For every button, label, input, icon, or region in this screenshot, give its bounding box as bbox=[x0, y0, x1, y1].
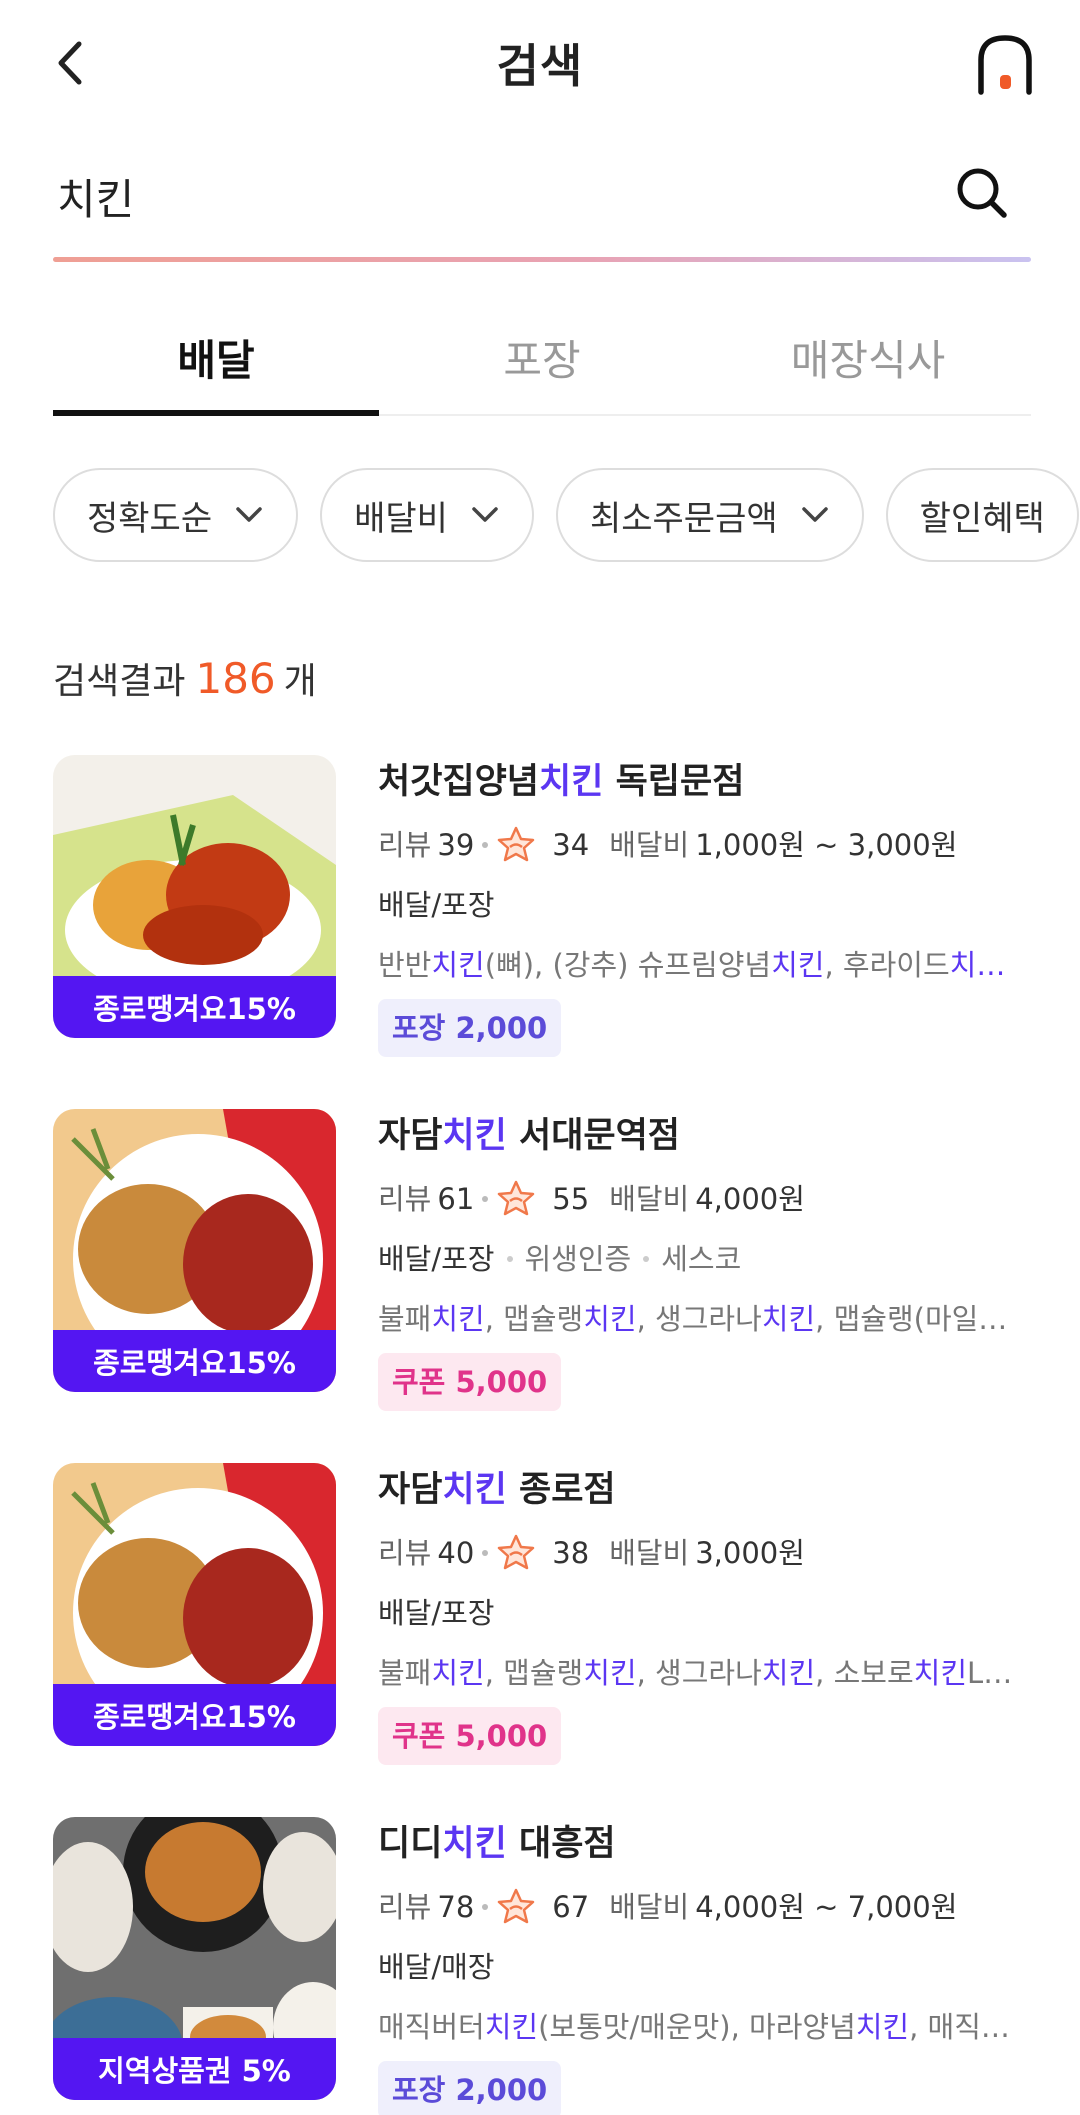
discount-badge: 포장 2,000 bbox=[378, 2061, 562, 2115]
store-thumbnail: 종로땡겨요15% bbox=[53, 1463, 336, 1746]
store-thumbnail: 지역상품권 5% bbox=[53, 1817, 336, 2100]
store-item[interactable]: 종로땡겨요15% 자담치킨 서대문역점 리뷰 61 55 배달비 4,000원 배달… bbox=[53, 1109, 1031, 1463]
filter-discount[interactable]: 할인혜택 bbox=[885, 468, 1079, 562]
store-menu: 매직버터치킨(보통맛/매운맛), 마라양념치킨, 매직… bbox=[378, 2010, 1010, 2044]
store-menu: 반반치킨(뼈), (강추) 슈프림양념치킨, 후라이드치… bbox=[378, 948, 1006, 982]
result-prefix: 검색결과 bbox=[53, 661, 186, 702]
filter-delivery-fee[interactable]: 배달비 bbox=[320, 468, 534, 562]
review-count: 78 bbox=[437, 1890, 475, 1924]
store-meta: 리뷰 78 67 배달비 4,000원 ~ 7,000원 bbox=[378, 1887, 1031, 1927]
delivery-fee: 3,000원 bbox=[695, 1536, 805, 1570]
home-button[interactable] bbox=[975, 30, 1035, 100]
store-meta: 리뷰 40 38 배달비 3,000원 bbox=[378, 1533, 1031, 1573]
delivery-fee: 4,000원 ~ 7,000원 bbox=[695, 1890, 958, 1924]
store-service-type: 배달/포장 위생인증 세스코 bbox=[378, 1239, 1031, 1279]
store-name: 디디치킨 대흥점 bbox=[378, 1824, 616, 1864]
rating-star-icon bbox=[498, 1180, 535, 1216]
promo-banner: 종로땡겨요15% bbox=[53, 1330, 336, 1392]
filter-label: 배달비 bbox=[354, 498, 448, 539]
chevron-down-icon bbox=[236, 507, 262, 522]
tab-dine-in[interactable]: 매장식사 bbox=[705, 300, 1031, 414]
delivery-fee: 4,000원 bbox=[695, 1182, 805, 1216]
search-underline bbox=[53, 257, 1031, 262]
store-info: 자담치킨 서대문역점 리뷰 61 55 배달비 4,000원 배달/포장 위생인증 … bbox=[378, 1109, 1031, 1411]
store-meta: 리뷰 61 55 배달비 4,000원 bbox=[378, 1179, 1031, 1219]
search-input[interactable]: 치킨 bbox=[57, 166, 134, 227]
filter-min-order[interactable]: 최소주문금액 bbox=[555, 468, 864, 562]
store-name: 자담치킨 종로점 bbox=[378, 1470, 616, 1510]
filter-bar: 정확도순 배달비 최소주문금액 할인혜택 bbox=[53, 468, 1080, 564]
store-thumbnail: 종로땡겨요15% bbox=[53, 1109, 336, 1392]
result-count: 검색결과 186 개 bbox=[53, 652, 317, 704]
chevron-down-icon bbox=[472, 507, 498, 522]
store-list: 종로땡겨요15% 처갓집양념치킨 독립문점 리뷰 39 34 배달비 1,000원 … bbox=[53, 755, 1031, 2115]
store-item[interactable]: 종로땡겨요15% 자담치킨 종로점 리뷰 40 38 배달비 3,000원 배달/포… bbox=[53, 1463, 1031, 1817]
store-name: 자담치킨 서대문역점 bbox=[378, 1116, 680, 1156]
review-count: 39 bbox=[437, 828, 475, 862]
store-service-type: 배달/매장 bbox=[378, 1950, 495, 1984]
home-icon bbox=[978, 35, 1032, 95]
page-title: 검색 bbox=[496, 39, 584, 93]
store-menu: 불패치킨, 맵슐랭치킨, 생그라나치킨, 맵슐랭(마일… bbox=[378, 1302, 1008, 1336]
tab-delivery[interactable]: 배달 bbox=[53, 300, 379, 416]
rating-star-icon bbox=[498, 826, 535, 862]
coupon-badge: 쿠폰 5,000 bbox=[378, 1353, 562, 1411]
store-info: 자담치킨 종로점 리뷰 40 38 배달비 3,000원 배달/포장 불패치킨, 맵… bbox=[378, 1463, 1031, 1765]
store-service-type: 배달/포장 bbox=[378, 888, 495, 922]
store-info: 디디치킨 대흥점 리뷰 78 67 배달비 4,000원 ~ 7,000원 배달/매… bbox=[378, 1817, 1031, 2115]
store-name: 처갓집양념치킨 독립문점 bbox=[378, 762, 745, 802]
store-service-type: 배달/포장 bbox=[378, 1596, 495, 1630]
store-thumbnail: 종로땡겨요15% bbox=[53, 755, 336, 1038]
rating-value: 34 bbox=[552, 828, 590, 862]
search-button[interactable] bbox=[953, 164, 1011, 222]
rating-value: 55 bbox=[552, 1182, 590, 1216]
store-info: 처갓집양념치킨 독립문점 리뷰 39 34 배달비 1,000원 ~ 3,000원 … bbox=[378, 755, 1031, 1057]
rating-value: 38 bbox=[552, 1536, 590, 1570]
promo-banner: 종로땡겨요15% bbox=[53, 976, 336, 1038]
tab-takeout[interactable]: 포장 bbox=[379, 300, 705, 414]
tag-cesco: 세스코 bbox=[661, 1242, 742, 1276]
store-item[interactable]: 지역상품권 5% 디디치킨 대흥점 리뷰 78 67 배달비 4,000원 ~ 7,… bbox=[53, 1817, 1031, 2115]
chevron-down-icon bbox=[801, 507, 828, 522]
rating-value: 67 bbox=[552, 1890, 590, 1924]
discount-badge: 포장 2,000 bbox=[378, 999, 562, 1057]
store-item[interactable]: 종로땡겨요15% 처갓집양념치킨 독립문점 리뷰 39 34 배달비 1,000원 … bbox=[53, 755, 1031, 1109]
coupon-badge: 쿠폰 5,000 bbox=[378, 1707, 562, 1765]
store-meta: 리뷰 39 34 배달비 1,000원 ~ 3,000원 bbox=[378, 825, 1031, 865]
promo-banner: 종로땡겨요15% bbox=[53, 1684, 336, 1746]
search-bar: 치킨 bbox=[53, 150, 1031, 262]
rating-star-icon bbox=[498, 1888, 535, 1924]
header: 검색 bbox=[0, 0, 1080, 130]
store-menu: 불패치킨, 맵슐랭치킨, 생그라나치킨, 소보로치킨L(… bbox=[378, 1656, 1018, 1690]
review-count: 61 bbox=[437, 1182, 475, 1216]
delivery-fee: 1,000원 ~ 3,000원 bbox=[695, 828, 958, 862]
tag-hygiene: 위생인증 bbox=[524, 1242, 632, 1276]
promo-banner: 지역상품권 5% bbox=[53, 2038, 336, 2100]
filter-sort[interactable]: 정확도순 bbox=[53, 468, 299, 562]
result-suffix: 개 bbox=[283, 661, 317, 702]
filter-label: 할인혜택 bbox=[919, 498, 1045, 539]
rating-star-icon bbox=[498, 1534, 535, 1570]
tab-bar: 배달 포장 매장식사 bbox=[53, 300, 1031, 416]
review-count: 40 bbox=[437, 1536, 475, 1570]
filter-label: 최소주문금액 bbox=[589, 498, 778, 539]
result-number: 186 bbox=[195, 654, 276, 703]
search-icon bbox=[957, 168, 1007, 218]
filter-label: 정확도순 bbox=[87, 498, 213, 539]
